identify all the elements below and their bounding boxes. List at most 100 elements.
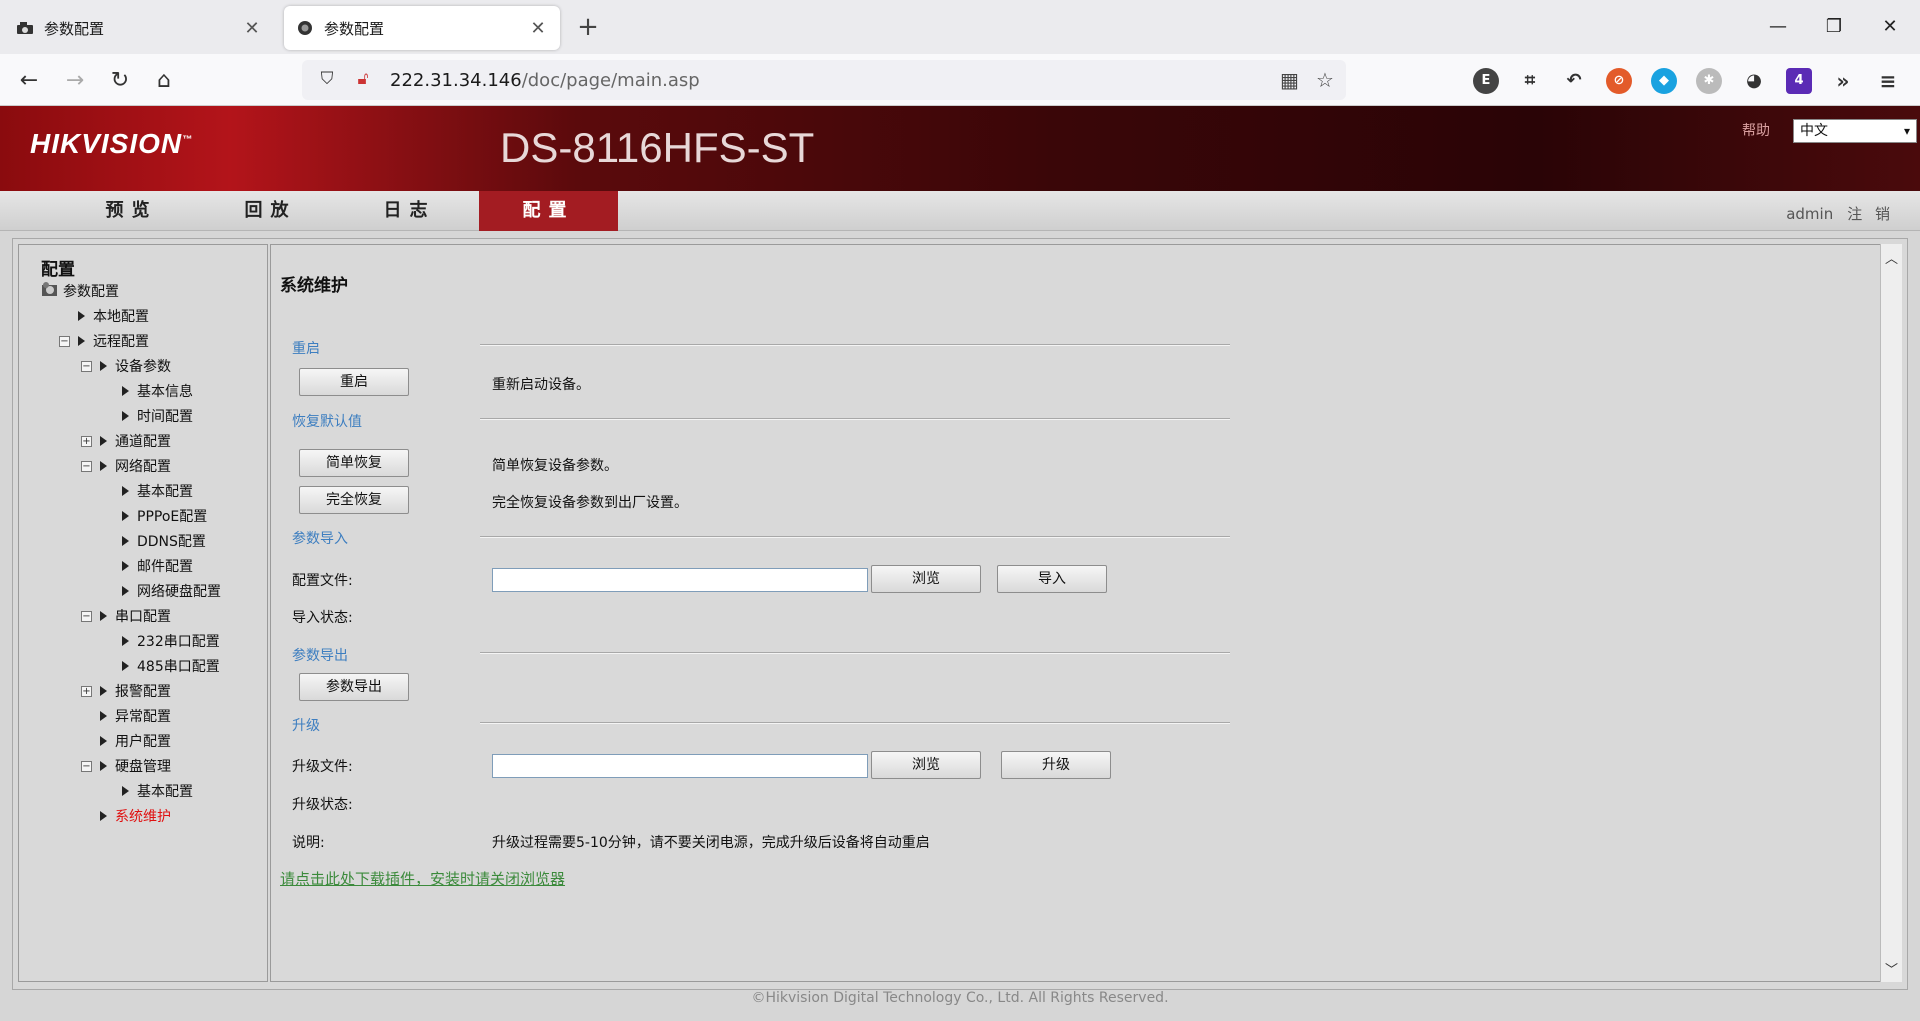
back-icon[interactable]: ← [12, 64, 46, 98]
browser-toolbar: ← → ↻ ⌂ ⛉ 🔓︎ 222.31.34.146/doc/page/main… [0, 54, 1920, 106]
tree-item-label: 异常配置 [115, 709, 171, 725]
full-restore-button[interactable]: 完全恢复 [299, 486, 409, 514]
config-file-input[interactable] [492, 568, 868, 592]
tree-item[interactable]: 本地配置 [59, 305, 149, 327]
collapse-icon[interactable]: − [59, 335, 70, 347]
blocker-extension-icon[interactable]: ⊘ [1606, 68, 1632, 94]
tree-item[interactable]: 参数配置 [41, 280, 119, 302]
user-area: admin 注 销 [1772, 203, 1894, 224]
tree-item[interactable]: PPPoE配置 [103, 505, 207, 527]
overflow-chevrons-icon[interactable]: » [1830, 68, 1856, 94]
menu-preview[interactable]: 预览 [62, 191, 201, 231]
cookie-icon[interactable]: ◕ [1741, 68, 1767, 94]
tree-item-label: 参数配置 [63, 284, 119, 300]
tree-item[interactable]: 系统维护 [81, 805, 171, 827]
divider [480, 344, 1230, 346]
tree-item[interactable]: − 串口配置 [81, 605, 171, 627]
close-window-button[interactable]: ✕ [1862, 10, 1918, 44]
username: admin [1786, 205, 1834, 223]
url-bar[interactable]: ⛉ 🔓︎ 222.31.34.146/doc/page/main.asp ▦ ☆ [302, 60, 1346, 100]
simple-restore-button[interactable]: 简单恢复 [299, 449, 409, 477]
divider [480, 536, 1230, 538]
export-button[interactable]: 参数导出 [299, 673, 409, 701]
tree-item[interactable]: 基本配置 [103, 780, 193, 802]
tree-item[interactable]: + 报警配置 [81, 680, 171, 702]
browser-tab[interactable]: 参数配置 ✕ [4, 6, 274, 50]
reboot-button[interactable]: 重启 [299, 368, 409, 396]
tree-item-label: 报警配置 [115, 684, 171, 700]
menu-playback[interactable]: 回放 [201, 191, 340, 231]
tree-item[interactable]: 基本配置 [103, 480, 193, 502]
cube-extension-icon[interactable]: ◆ [1651, 68, 1677, 94]
tree-item[interactable]: 异常配置 [81, 705, 171, 727]
minimize-button[interactable]: — [1750, 10, 1806, 44]
upgrade-button[interactable]: 升级 [1001, 751, 1111, 779]
menu-log[interactable]: 日志 [340, 191, 479, 231]
tree-item[interactable]: DDNS配置 [103, 530, 206, 552]
tree-item[interactable]: 邮件配置 [103, 555, 193, 577]
tree-item[interactable]: 时间配置 [103, 405, 193, 427]
collapse-icon[interactable]: − [81, 460, 92, 472]
collapse-icon[interactable]: − [81, 360, 92, 372]
menu-config[interactable]: 配置 [479, 191, 618, 231]
qr-code-icon[interactable]: ▦ [1280, 68, 1299, 92]
upgrade-browse-button[interactable]: 浏览 [871, 751, 981, 779]
bookmark-star-icon[interactable]: ☆ [1316, 68, 1334, 92]
tree-title: 配置 [41, 260, 75, 280]
logout-link[interactable]: 注 销 [1847, 205, 1894, 223]
home-icon[interactable]: ⌂ [147, 64, 181, 98]
browser-tab-active[interactable]: 参数配置 ✕ [284, 6, 560, 50]
forward-icon[interactable]: → [58, 64, 92, 98]
hamburger-menu-icon[interactable]: ≡ [1875, 68, 1901, 94]
restore-button[interactable]: ❐ [1806, 10, 1862, 44]
close-tab-icon[interactable]: ✕ [528, 18, 548, 39]
tree-item[interactable]: − 硬盘管理 [81, 755, 171, 777]
insecure-lock-icon[interactable]: 🔓︎ [352, 69, 374, 91]
tree-item[interactable]: − 远程配置 [59, 330, 149, 352]
upgrade-file-input[interactable] [492, 754, 868, 778]
tree-item[interactable]: 232串口配置 [103, 630, 220, 652]
main-menu: 预览 回放 日志 配置 admin 注 销 [0, 191, 1920, 231]
new-tab-button[interactable]: + [574, 10, 602, 44]
language-select[interactable]: 中文 ▾ [1793, 119, 1917, 143]
extension-badge-icon[interactable]: 4 [1786, 68, 1812, 94]
shield-icon[interactable]: ⛉ [316, 69, 338, 91]
scroll-up-icon[interactable]: ︿ [1885, 248, 1898, 267]
import-button[interactable]: 导入 [997, 565, 1107, 593]
undo-icon[interactable]: ↶ [1561, 68, 1587, 94]
tree-item-label: 网络硬盘配置 [137, 584, 221, 600]
tree-item[interactable]: 网络硬盘配置 [103, 580, 221, 602]
upgrade-note: 升级过程需要5-10分钟，请不要关闭电源，完成升级后设备将自动重启 [492, 835, 930, 851]
triangle-right-icon [100, 736, 107, 746]
tree-item-label: 232串口配置 [137, 634, 220, 650]
config-tree-panel: 配置 参数配置本地配置 − 远程配置 − 设备参数基本信息时间配置 + 通道配置 − 网络配置基… [18, 244, 268, 982]
help-link[interactable]: 帮助 [1742, 120, 1770, 140]
reload-icon[interactable]: ↻ [103, 64, 137, 98]
tree-item[interactable]: 485串口配置 [103, 655, 220, 677]
url-text[interactable]: 222.31.34.146/doc/page/main.asp [390, 70, 700, 91]
tree-item[interactable]: − 设备参数 [81, 355, 171, 377]
gray-extension-icon[interactable]: ✱ [1696, 68, 1722, 94]
upgrade-file-label: 升级文件: [292, 759, 353, 775]
expand-icon[interactable]: + [81, 435, 92, 447]
reboot-desc: 重新启动设备。 [492, 377, 590, 393]
crop-icon[interactable]: ⌗ [1517, 68, 1543, 94]
collapse-icon[interactable]: − [81, 760, 92, 772]
plugin-download-link[interactable]: 请点击此处下载插件，安装时请关闭浏览器 [280, 868, 565, 889]
config-browse-button[interactable]: 浏览 [871, 565, 981, 593]
collapse-icon[interactable]: − [81, 610, 92, 622]
tree-item-label: 用户配置 [115, 734, 171, 750]
page-title: 系统维护 [280, 276, 348, 296]
expand-icon[interactable]: + [81, 685, 92, 697]
triangle-right-icon [100, 461, 107, 471]
close-tab-icon[interactable]: ✕ [242, 18, 262, 39]
section-reboot: 重启 [292, 341, 320, 357]
scroll-down-icon[interactable]: ﹀ [1885, 959, 1898, 978]
tree-item[interactable]: − 网络配置 [81, 455, 171, 477]
tree-item[interactable]: 用户配置 [81, 730, 171, 752]
tree-item[interactable]: 基本信息 [103, 380, 193, 402]
triangle-right-icon [78, 336, 85, 346]
extension-e-icon[interactable]: E [1473, 68, 1499, 94]
tree-item[interactable]: + 通道配置 [81, 430, 171, 452]
vertical-scrollbar[interactable]: ︿ ﹀ [1880, 244, 1902, 982]
